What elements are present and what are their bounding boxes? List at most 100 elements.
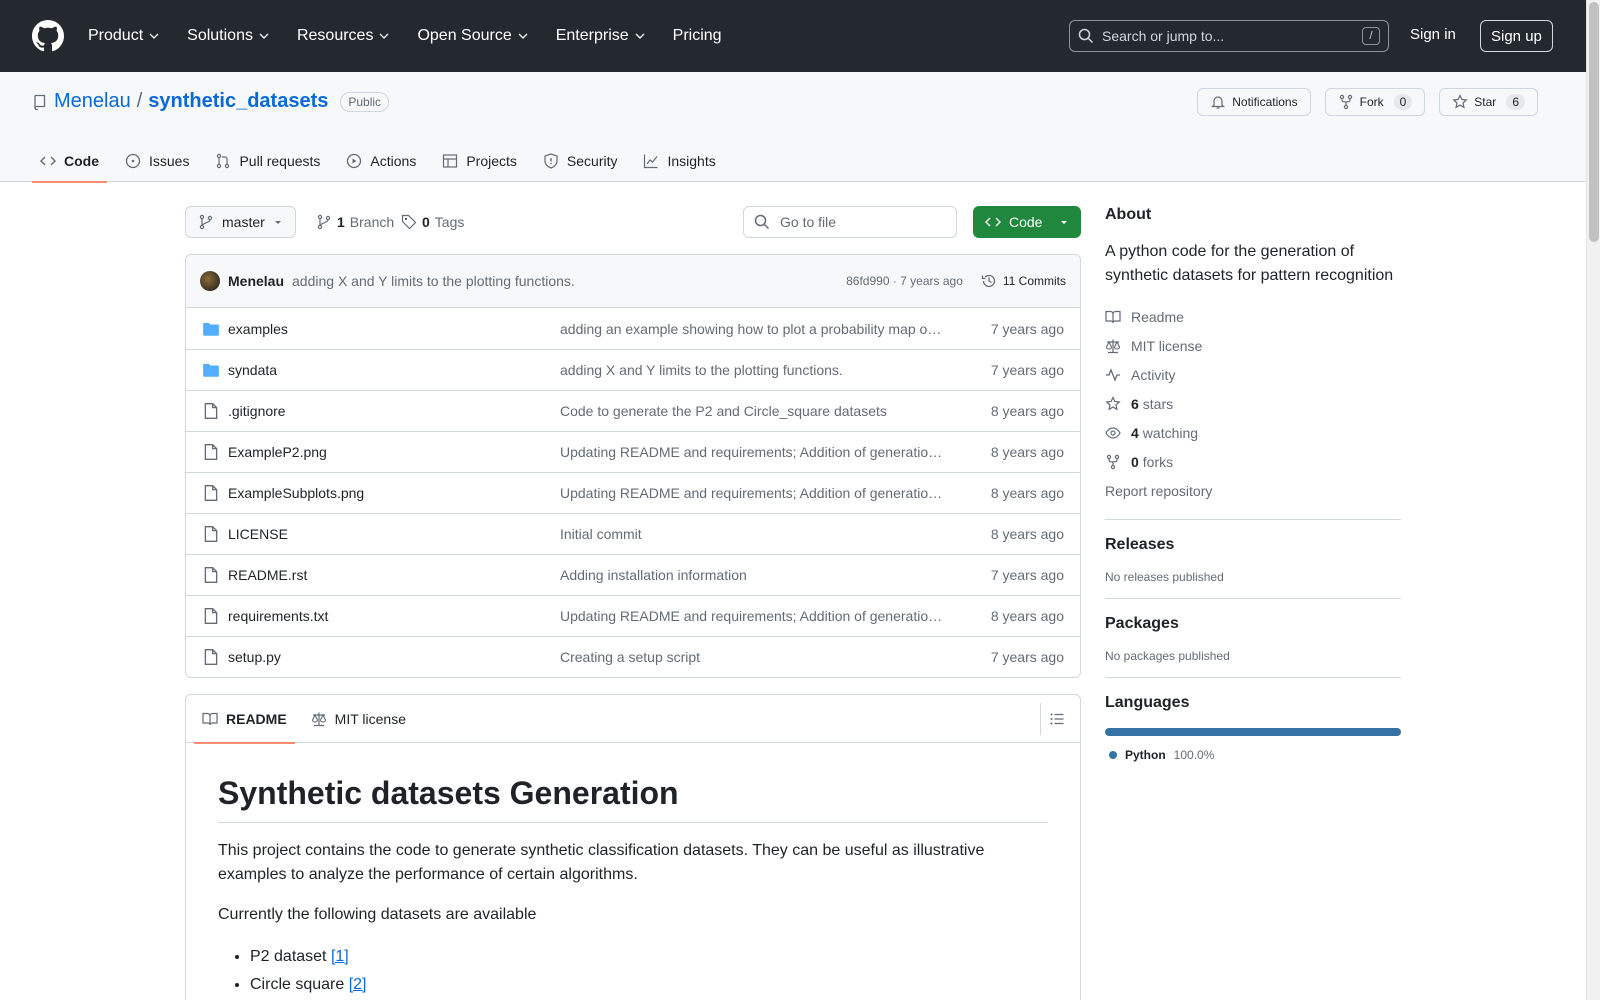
- sign-in-link[interactable]: Sign in: [1410, 26, 1456, 43]
- file-age: 8 years ago: [990, 403, 1064, 419]
- global-nav: Product Solutions Resources Open Source …: [88, 27, 750, 45]
- file-commit-message[interactable]: adding X and Y limits to the plotting fu…: [560, 362, 945, 378]
- readme-panel: README MIT license Synthetic datasets Ge…: [185, 694, 1081, 1000]
- branch-count: 1: [337, 214, 345, 230]
- nav-solutions[interactable]: Solutions: [187, 27, 279, 45]
- file-commit-message[interactable]: Code to generate the P2 and Circle_squar…: [560, 403, 945, 419]
- star-icon: [1105, 395, 1121, 410]
- packages-heading[interactable]: Packages: [1105, 615, 1401, 633]
- tab-issues[interactable]: Issues: [117, 140, 197, 182]
- branches-link[interactable]: 1 Branch: [316, 214, 394, 230]
- commits-link[interactable]: 11 Commits: [981, 273, 1066, 289]
- activity-link[interactable]: Activity: [1105, 360, 1401, 389]
- readme-tab-label: README: [226, 710, 287, 727]
- readme-tab[interactable]: README: [194, 695, 295, 744]
- file-name-link[interactable]: syndata: [228, 362, 560, 378]
- tab-code[interactable]: Code: [32, 140, 107, 183]
- file-commit-message[interactable]: Initial commit: [560, 526, 945, 542]
- file-icon: [204, 567, 218, 583]
- reference-link[interactable]: [2]: [349, 976, 367, 993]
- stars-link[interactable]: 6 stars: [1105, 389, 1401, 418]
- file-row[interactable]: requirements.txt Updating README and requ…: [186, 595, 1080, 636]
- tab-projects[interactable]: Projects: [434, 140, 525, 182]
- tab-security[interactable]: Security: [535, 140, 626, 182]
- outline-button[interactable]: [1040, 703, 1072, 735]
- file-row[interactable]: syndata adding X and Y limits to the plot…: [186, 349, 1080, 390]
- chevron-down-icon: [518, 33, 528, 39]
- tab-insights[interactable]: Insights: [635, 140, 723, 182]
- license-link[interactable]: MIT license: [1105, 331, 1401, 360]
- file-name-link[interactable]: .gitignore: [228, 403, 560, 419]
- tag-icon: [401, 214, 417, 230]
- file-name-link[interactable]: LICENSE: [228, 526, 560, 542]
- nav-open-source[interactable]: Open Source: [417, 27, 537, 45]
- code-download-button[interactable]: Code: [973, 206, 1081, 238]
- search-placeholder: Search or jump to...: [1102, 28, 1225, 44]
- file-commit-message[interactable]: Adding installation information: [560, 567, 945, 583]
- go-to-file-input[interactable]: Go to file: [743, 206, 957, 238]
- file-icon: [204, 444, 218, 460]
- file-name-link[interactable]: README.rst: [228, 567, 560, 583]
- file-name-link[interactable]: ExampleSubplots.png: [228, 485, 560, 501]
- readme-title: Synthetic datasets Generation: [218, 775, 1048, 823]
- divider: [1105, 677, 1401, 678]
- file-row[interactable]: .gitignore Code to generate the P2 and Ci…: [186, 390, 1080, 431]
- list-item-text: Circle square: [250, 976, 349, 993]
- file-commit-message[interactable]: adding an example showing how to plot a …: [560, 321, 945, 337]
- nav-resources[interactable]: Resources: [297, 27, 399, 45]
- file-commit-message[interactable]: Updating README and requirements; Additi…: [560, 608, 945, 624]
- file-commit-message[interactable]: Updating README and requirements; Additi…: [560, 485, 945, 501]
- file-age: 7 years ago: [990, 362, 1064, 378]
- chevron-down-icon: [635, 33, 645, 39]
- tab-actions[interactable]: Actions: [338, 140, 424, 182]
- git-pull-request-icon: [217, 153, 230, 169]
- report-repository-link[interactable]: Report repository: [1105, 476, 1401, 505]
- pulse-icon: [1106, 367, 1120, 382]
- language-entry[interactable]: Python 100.0%: [1105, 748, 1401, 762]
- nav-enterprise[interactable]: Enterprise: [556, 27, 655, 45]
- forks-link[interactable]: 0 forks: [1105, 447, 1401, 476]
- github-logo-icon[interactable]: [32, 20, 64, 52]
- releases-heading[interactable]: Releases: [1105, 536, 1401, 554]
- sign-up-button[interactable]: Sign up: [1480, 20, 1553, 52]
- avatar[interactable]: [200, 271, 220, 291]
- commit-message[interactable]: adding X and Y limits to the plotting fu…: [292, 273, 575, 289]
- repo-owner-link[interactable]: Menelau: [54, 90, 131, 113]
- graph-icon: [644, 154, 658, 169]
- watching-count: 4: [1131, 424, 1139, 441]
- fork-button[interactable]: Fork 0: [1324, 88, 1426, 116]
- watchers-link[interactable]: 4 watching: [1105, 418, 1401, 447]
- file-name-link[interactable]: requirements.txt: [228, 608, 560, 624]
- file-row[interactable]: examples adding an example showing how to…: [186, 308, 1080, 349]
- repo-name-link[interactable]: synthetic_datasets: [148, 90, 328, 113]
- list-item: Circle square [2]: [250, 971, 1048, 999]
- notifications-button[interactable]: Notifications: [1197, 88, 1311, 116]
- file-row[interactable]: LICENSE Initial commit 8 years ago: [186, 513, 1080, 554]
- nav-pricing[interactable]: Pricing: [673, 27, 732, 45]
- reference-link[interactable]: [1]: [331, 948, 349, 965]
- star-button[interactable]: Star 6: [1439, 88, 1538, 116]
- file-row[interactable]: ExampleP2.png Updating README and require…: [186, 431, 1080, 472]
- file-row[interactable]: README.rst Adding installation informatio…: [186, 554, 1080, 595]
- scrollbar-thumb[interactable]: [1589, 2, 1599, 242]
- file-row[interactable]: ExampleSubplots.png Updating README and r…: [186, 472, 1080, 513]
- tags-link[interactable]: 0 Tags: [401, 214, 464, 230]
- nav-product[interactable]: Product: [88, 27, 169, 45]
- file-name-link[interactable]: setup.py: [228, 649, 560, 665]
- file-commit-message[interactable]: Updating README and requirements; Additi…: [560, 444, 945, 460]
- license-tab[interactable]: MIT license: [303, 695, 414, 743]
- tab-pull-requests[interactable]: Pull requests: [207, 140, 328, 182]
- packages-empty-text: No packages published: [1105, 649, 1230, 663]
- file-commit-message[interactable]: Creating a setup script: [560, 649, 945, 665]
- readme-link[interactable]: Readme: [1105, 302, 1401, 331]
- file-row[interactable]: setup.py Creating a setup script 7 years a…: [186, 636, 1080, 677]
- file-name-link[interactable]: ExampleP2.png: [228, 444, 560, 460]
- branch-selector[interactable]: master: [185, 206, 296, 238]
- commit-author[interactable]: Menelau: [228, 273, 284, 289]
- global-search-input[interactable]: Search or jump to... /: [1069, 20, 1389, 52]
- commit-hash-age[interactable]: 86fd990 · 7 years ago: [846, 274, 963, 288]
- tab-label: Pull requests: [239, 153, 321, 169]
- file-name-link[interactable]: examples: [228, 321, 560, 337]
- page-scrollbar[interactable]: [1586, 0, 1600, 1000]
- about-description: A python code for the generation of synt…: [1105, 243, 1394, 284]
